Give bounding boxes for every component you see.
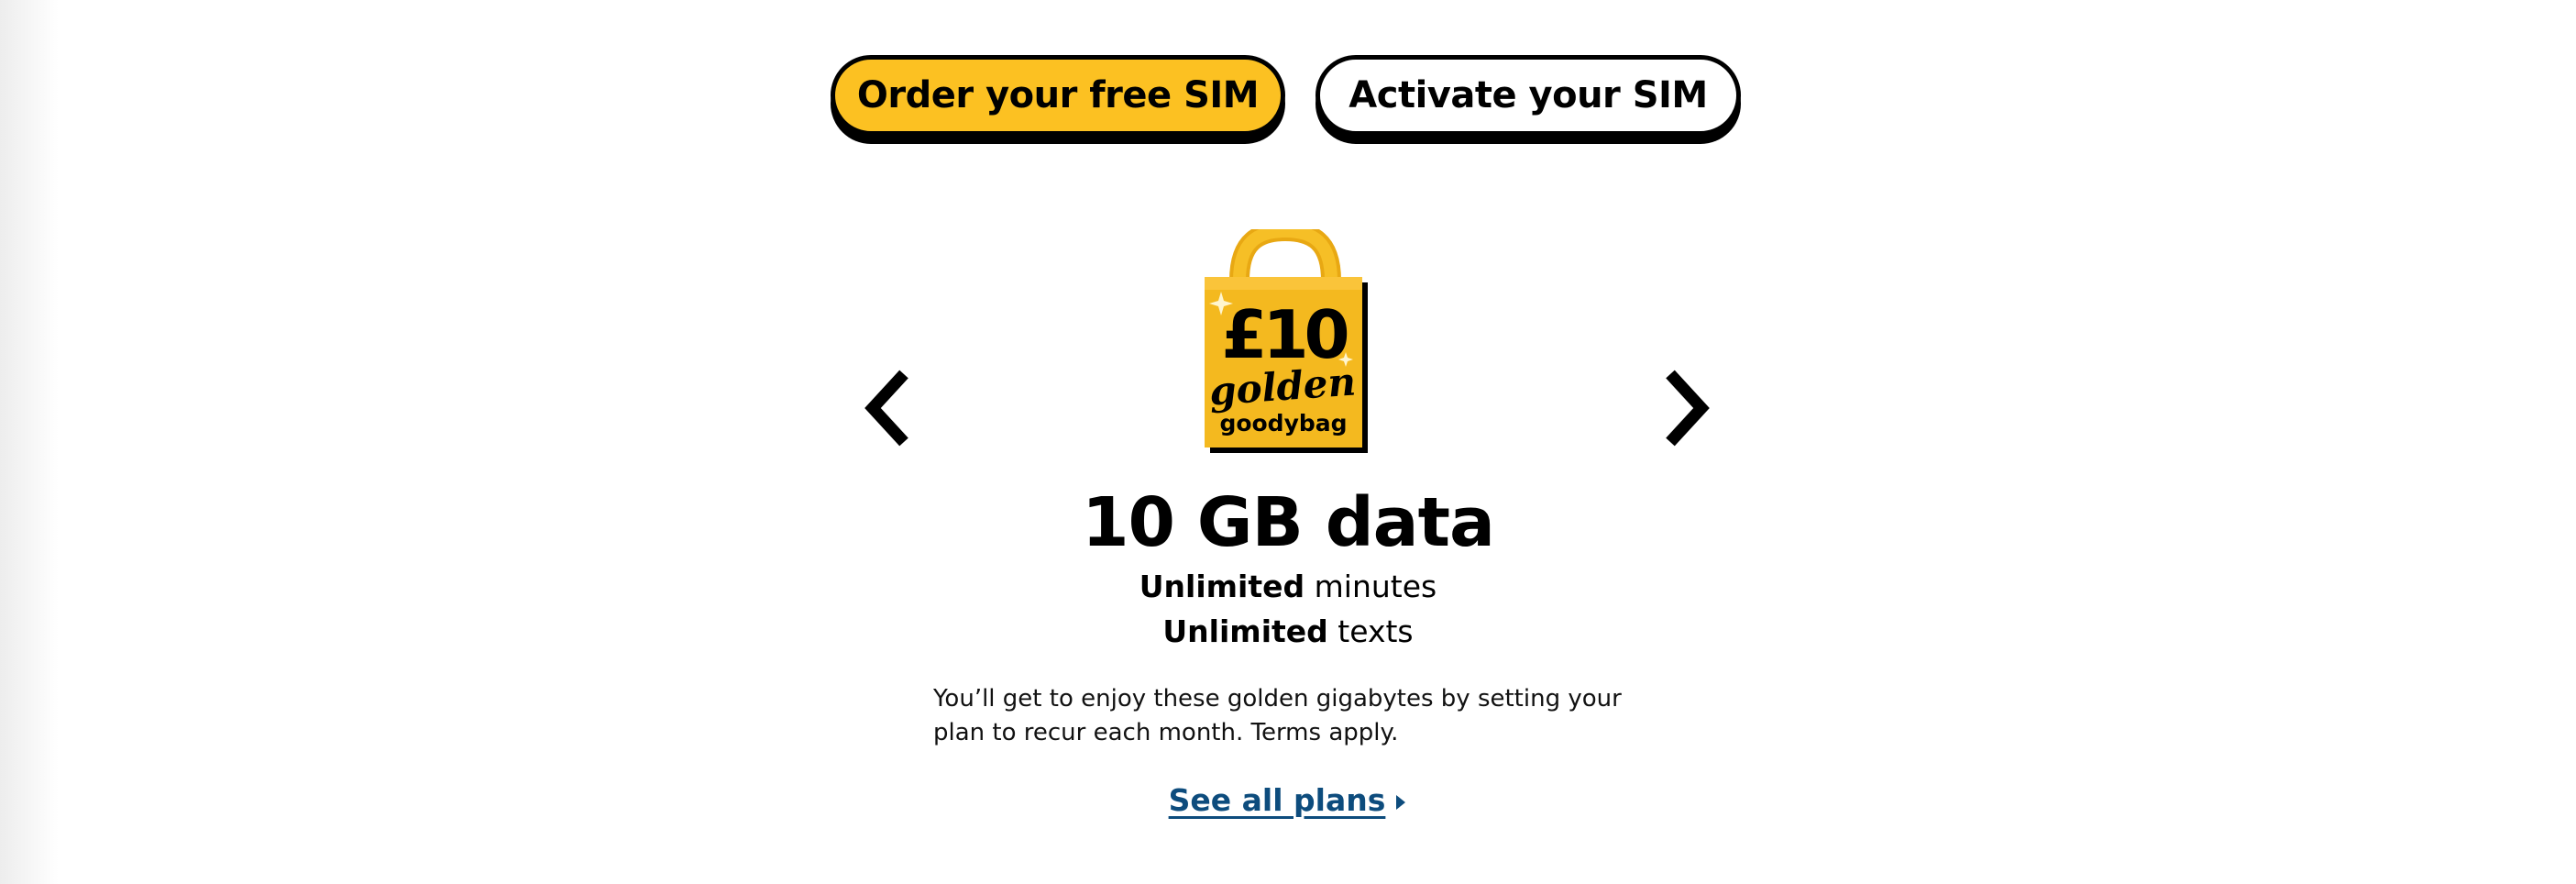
plan-headline: 10 GB data [1082, 483, 1495, 562]
feature-minutes: Unlimited minutes [0, 565, 2576, 609]
page: Order your free SIM Activate your SIM £1… [0, 0, 2576, 884]
golden-goodybag-logo: £10 golden goodybag [1205, 229, 1368, 453]
see-all-plans-link[interactable]: See all plans [1169, 782, 1408, 818]
order-free-sim-label: Order your free SIM [856, 74, 1260, 116]
left-edge-shadow [0, 0, 59, 884]
order-free-sim-button[interactable]: Order your free SIM [831, 55, 1285, 136]
see-all-plans-label: See all plans [1168, 782, 1386, 818]
feature-texts: Unlimited texts [0, 610, 2576, 654]
feature-minutes-bold: Unlimited [1139, 569, 1305, 604]
see-all-plans-container: See all plans [0, 778, 2576, 823]
activate-sim-label: Activate your SIM [1349, 74, 1708, 116]
chevron-right-icon[interactable] [1657, 367, 1712, 449]
feature-texts-rest: texts [1338, 613, 1414, 649]
feature-minutes-rest: minutes [1314, 569, 1437, 604]
chevron-left-icon[interactable] [862, 367, 917, 449]
bag-word-goodybag: goodybag [1219, 410, 1347, 436]
caret-right-icon [1396, 794, 1406, 810]
plan-description: You’ll get to enjoy these golden gigabyt… [933, 685, 1622, 746]
feature-texts-bold: Unlimited [1162, 613, 1328, 649]
activate-sim-button[interactable]: Activate your SIM [1316, 55, 1741, 136]
